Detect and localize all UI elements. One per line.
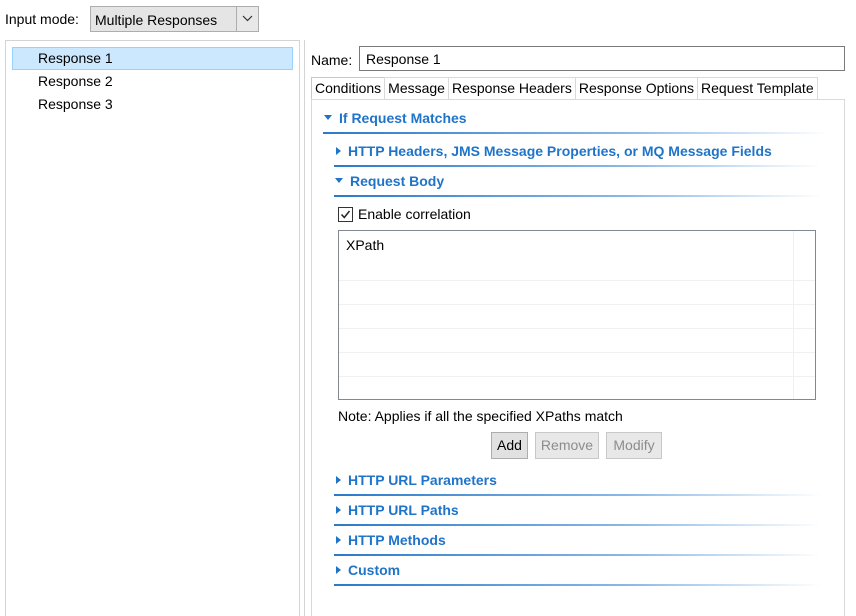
column-divider <box>793 231 794 399</box>
collapsed-triangle-icon <box>336 147 341 155</box>
section-divider <box>334 584 822 586</box>
section-if-request-matches[interactable]: If Request Matches <box>324 110 467 126</box>
tab-response-headers[interactable]: Response Headers <box>447 77 575 100</box>
enable-correlation-checkbox[interactable] <box>338 206 353 222</box>
checkmark-icon <box>340 210 351 219</box>
section-request-body[interactable]: Request Body <box>335 173 444 189</box>
enable-correlation-label: Enable correlation <box>358 206 471 222</box>
collapsed-triangle-icon <box>336 536 341 544</box>
tab-message[interactable]: Message <box>384 77 448 100</box>
tab-bar: Conditions Message Response Headers Resp… <box>311 77 818 100</box>
section-title: HTTP Methods <box>348 532 446 548</box>
xpath-table[interactable]: XPath <box>338 230 816 400</box>
input-mode-value: Multiple Responses <box>95 12 218 28</box>
add-button[interactable]: Add <box>491 432 528 459</box>
xpath-note: Note: Applies if all the specified XPath… <box>338 408 623 424</box>
section-divider <box>334 494 822 496</box>
tab-response-options[interactable]: Response Options <box>574 77 698 100</box>
collapsed-triangle-icon <box>336 566 341 574</box>
remove-button[interactable]: Remove <box>535 432 599 459</box>
section-divider <box>323 132 828 134</box>
section-divider <box>334 524 822 526</box>
section-title: Request Body <box>350 173 445 189</box>
dropdown-button[interactable] <box>236 7 258 31</box>
expanded-triangle-icon <box>324 115 332 120</box>
section-divider <box>334 554 822 556</box>
section-http-methods[interactable]: HTTP Methods <box>336 532 446 548</box>
collapsed-triangle-icon <box>336 476 341 484</box>
tab-request-template[interactable]: Request Template <box>697 77 818 100</box>
response-item-2[interactable]: Response 2 <box>12 70 293 93</box>
response-list-panel: Response 1 Response 2 Response 3 <box>5 40 300 616</box>
input-mode-bar: Input mode: Multiple Responses <box>0 0 856 38</box>
expanded-triangle-icon <box>335 178 343 183</box>
input-mode-label: Input mode: <box>5 11 79 27</box>
section-divider <box>334 195 822 197</box>
tab-conditions[interactable]: Conditions <box>311 77 385 100</box>
section-http-headers[interactable]: HTTP Headers, JMS Message Properties, or… <box>336 143 772 159</box>
section-title: HTTP Headers, JMS Message Properties, or… <box>348 143 772 159</box>
table-row-line <box>339 328 815 329</box>
name-label: Name: <box>311 52 353 68</box>
response-list: Response 1 Response 2 Response 3 <box>12 47 293 116</box>
response-item-3[interactable]: Response 3 <box>12 93 293 116</box>
input-mode-dropdown[interactable]: Multiple Responses <box>90 6 259 32</box>
table-row-line <box>339 352 815 353</box>
section-title: If Request Matches <box>339 110 467 126</box>
section-custom[interactable]: Custom <box>336 562 400 578</box>
section-http-url-paths[interactable]: HTTP URL Paths <box>336 502 459 518</box>
table-row-line <box>339 280 815 281</box>
chevron-down-icon <box>242 15 253 22</box>
section-title: HTTP URL Paths <box>348 502 459 518</box>
modify-button[interactable]: Modify <box>606 432 662 459</box>
response-item-1[interactable]: Response 1 <box>12 47 293 70</box>
table-row-line <box>339 304 815 305</box>
name-field[interactable] <box>359 46 845 71</box>
table-row-line <box>339 376 815 377</box>
xpath-column-header: XPath <box>346 237 385 253</box>
collapsed-triangle-icon <box>336 506 341 514</box>
section-http-url-parameters[interactable]: HTTP URL Parameters <box>336 472 497 488</box>
section-title: HTTP URL Parameters <box>348 472 497 488</box>
enable-correlation-row[interactable]: Enable correlation <box>338 206 471 222</box>
section-title: Custom <box>348 562 401 578</box>
section-divider <box>334 165 822 167</box>
